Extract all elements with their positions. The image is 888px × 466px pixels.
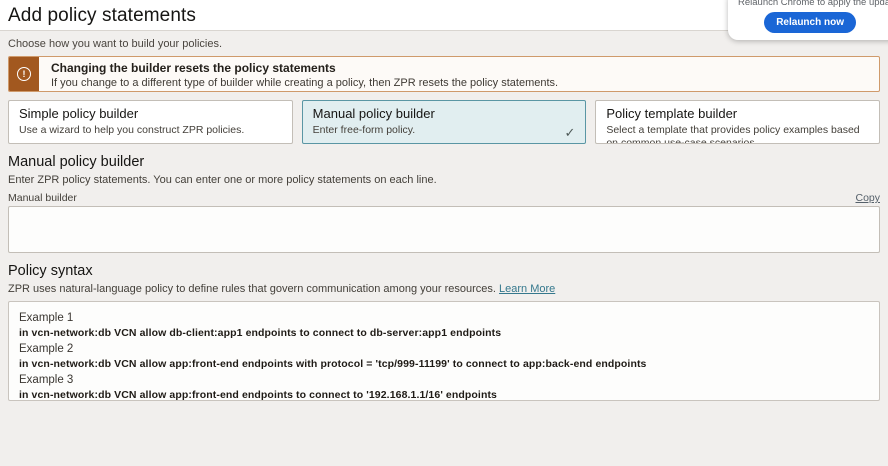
example-statement: in vcn-network:db VCN allow db-client:ap…	[19, 327, 869, 339]
add-policy-statements-page: Add policy statements Choose how you wan…	[0, 0, 888, 466]
policy-examples-panel: Example 1 in vcn-network:db VCN allow db…	[8, 301, 880, 401]
syntax-section-heading: Policy syntax	[8, 263, 880, 279]
card-title: Manual policy builder	[313, 106, 576, 121]
card-description: Select a template that provides policy e…	[606, 124, 869, 144]
warning-banner-title: Changing the builder resets the policy s…	[51, 61, 558, 75]
example-statement: in vcn-network:db VCN allow app:front-en…	[19, 358, 869, 370]
checkmark-icon: ✓	[564, 125, 575, 141]
manual-builder-textarea[interactable]	[8, 206, 880, 253]
builder-card-manual[interactable]: Manual policy builder Enter free-form po…	[302, 100, 587, 144]
warning-banner-body: If you change to a different type of bui…	[51, 77, 558, 89]
copy-link[interactable]: Copy	[855, 192, 880, 204]
card-title: Policy template builder	[606, 106, 869, 121]
syntax-section-description: ZPR uses natural-language policy to defi…	[8, 283, 880, 295]
warning-banner: ! Changing the builder resets the policy…	[8, 56, 880, 92]
manual-builder-label: Manual builder	[8, 192, 77, 204]
card-description: Enter free-form policy.	[313, 124, 576, 137]
manual-section-heading: Manual policy builder	[8, 154, 880, 170]
relaunch-toast: Relaunch Chrome to apply the update Rela…	[728, 0, 888, 40]
relaunch-now-button[interactable]: Relaunch now	[764, 12, 856, 33]
learn-more-link[interactable]: Learn More	[499, 283, 555, 295]
manual-section-description: Enter ZPR policy statements. You can ent…	[8, 174, 880, 186]
syntax-description-text: ZPR uses natural-language policy to defi…	[8, 283, 496, 295]
warning-banner-text: Changing the builder resets the policy s…	[39, 57, 568, 91]
manual-builder-field-row: Manual builder Copy	[8, 192, 880, 204]
builder-card-simple[interactable]: Simple policy builder Use a wizard to he…	[8, 100, 293, 144]
card-title: Simple policy builder	[19, 106, 282, 121]
alert-circle-icon: !	[17, 67, 31, 81]
builder-card-row: Simple policy builder Use a wizard to he…	[8, 100, 880, 144]
builder-card-template[interactable]: Policy template builder Select a templat…	[595, 100, 880, 144]
example-label: Example 2	[19, 343, 869, 355]
warning-banner-accent: !	[9, 57, 39, 91]
relaunch-toast-message: Relaunch Chrome to apply the update	[738, 0, 888, 8]
page-content: Choose how you want to build your polici…	[0, 31, 888, 401]
example-statement: in vcn-network:db VCN allow app:front-en…	[19, 389, 869, 401]
example-label: Example 1	[19, 312, 869, 324]
example-label: Example 3	[19, 374, 869, 386]
card-description: Use a wizard to help you construct ZPR p…	[19, 124, 282, 137]
